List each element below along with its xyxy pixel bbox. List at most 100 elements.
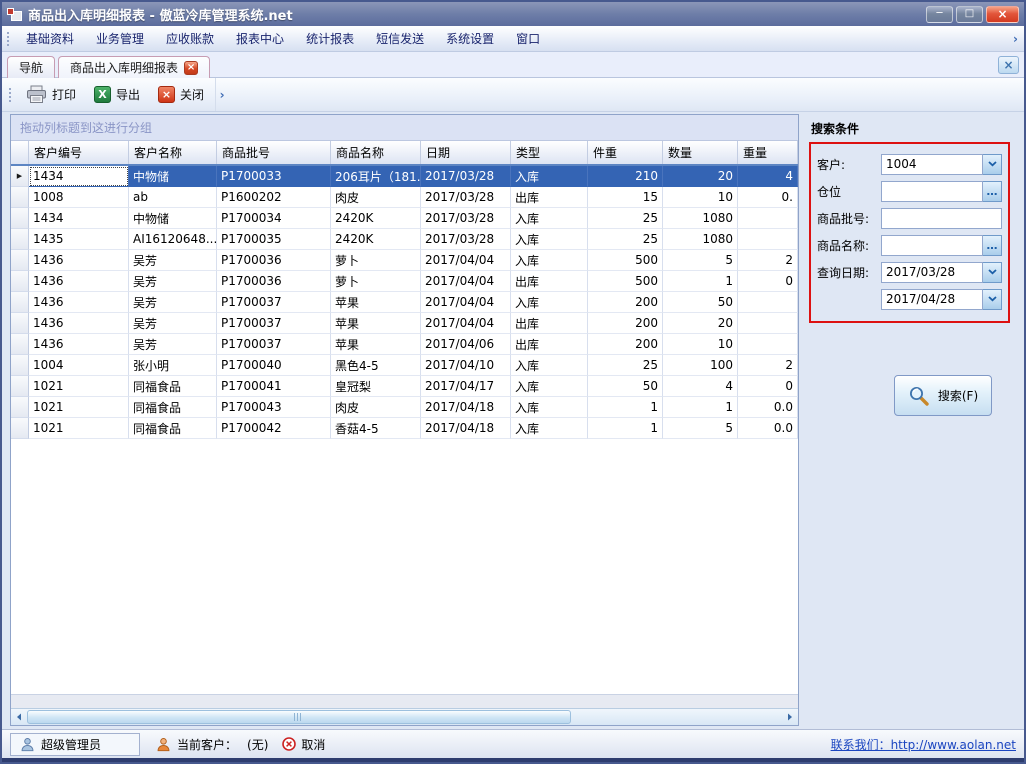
cell: P1700037 (217, 334, 331, 355)
menu-item-2[interactable]: 应收账款 (155, 26, 225, 51)
scroll-right-arrow-icon[interactable] (782, 709, 798, 725)
row-indicator (11, 376, 29, 397)
table-row[interactable]: 1004张小明P1700040黑色4-52017/04/10入库251002 (11, 355, 798, 376)
cell: 入库 (511, 418, 588, 439)
warehouse-slot-input[interactable] (881, 181, 983, 202)
table-row[interactable]: 1008abP1600202肉皮2017/03/28出库15100. (11, 187, 798, 208)
column-header-3[interactable]: 商品名称 (331, 141, 421, 164)
date-to-dropdown-icon[interactable] (983, 289, 1002, 310)
close-button[interactable]: × (986, 6, 1019, 23)
toolbar-overflow-icon[interactable]: › (215, 78, 228, 111)
table-row[interactable]: 1021同福食品P1700041皇冠梨2017/04/17入库5040 (11, 376, 798, 397)
column-header-1[interactable]: 客户名称 (129, 141, 217, 164)
menu-overflow-icon[interactable]: › (1007, 32, 1024, 46)
toolbar-grip-handle[interactable] (8, 87, 13, 103)
table-row[interactable]: ▶1434中物储P1700033206耳片（181...2017/03/28入库… (11, 166, 798, 187)
cancel-button[interactable]: 取消 (282, 736, 325, 753)
table-row[interactable]: 1436吴芳P1700037苹果2017/04/04出库20020 (11, 313, 798, 334)
menu-item-7[interactable]: 窗口 (505, 26, 551, 51)
product-name-input[interactable] (881, 235, 983, 256)
toolbar-buttons: 打印X导出×关闭 (17, 81, 213, 108)
maximize-button[interactable]: □ (956, 6, 983, 23)
date-from-field-row: 查询日期:2017/03/28 (817, 261, 1002, 283)
cell: 4 (663, 376, 738, 397)
customer-icon (156, 737, 171, 752)
cell: 50 (663, 292, 738, 313)
customer-field-row: 客户:1004 (817, 153, 1002, 175)
cell: 210 (588, 166, 663, 187)
contact-link[interactable]: 联系我们：http://www.aolan.net (831, 736, 1016, 753)
table-row[interactable]: 1021同福食品P1700042香菇4-52017/04/18入库150.0 (11, 418, 798, 439)
column-header-8[interactable]: 重量 (738, 141, 798, 164)
cell (738, 229, 798, 250)
menu-item-4[interactable]: 统计报表 (295, 26, 365, 51)
cell: 入库 (511, 166, 588, 187)
menu-item-0[interactable]: 基础资料 (15, 26, 85, 51)
cell: 2017/04/17 (421, 376, 511, 397)
cell: 1080 (663, 229, 738, 250)
tab-navigation[interactable]: 导航 (7, 56, 55, 78)
toolbar: 打印X导出×关闭 › (2, 78, 1024, 112)
cell: P1700037 (217, 292, 331, 313)
row-indicator (11, 334, 29, 355)
column-header-0[interactable]: 客户编号 (29, 141, 129, 164)
column-header-2[interactable]: 商品批号 (217, 141, 331, 164)
menu-item-3[interactable]: 报表中心 (225, 26, 295, 51)
cell: 同福食品 (129, 376, 217, 397)
table-row[interactable]: 1021同福食品P1700043肉皮2017/04/18入库110.0 (11, 397, 798, 418)
column-header-4[interactable]: 日期 (421, 141, 511, 164)
cell: P1700043 (217, 397, 331, 418)
scroll-track[interactable] (27, 709, 782, 725)
date-to-input[interactable]: 2017/04/28 (881, 289, 983, 310)
tab-report[interactable]: 商品出入库明细报表× (58, 56, 210, 78)
cell: 入库 (511, 292, 588, 313)
column-header-5[interactable]: 类型 (511, 141, 588, 164)
cell: 5 (663, 250, 738, 271)
close-red-icon: × (158, 86, 175, 103)
table-row[interactable]: 1434中物储P17000342420K2017/03/28入库251080 (11, 208, 798, 229)
tab-close-icon[interactable]: × (184, 61, 198, 75)
table-row[interactable]: 1436吴芳P1700036萝卜2017/04/04出库50010 (11, 271, 798, 292)
scroll-thumb[interactable] (27, 710, 571, 724)
toolbar-close-button[interactable]: ×关闭 (149, 82, 213, 107)
cell: 吴芳 (129, 313, 217, 334)
cell: 1021 (29, 397, 129, 418)
search-button[interactable]: 搜索(F) (894, 375, 992, 416)
menu-grip-handle[interactable] (6, 31, 11, 47)
row-indicator (11, 418, 29, 439)
cell: 2017/04/04 (421, 292, 511, 313)
table-row[interactable]: 1436吴芳P1700037苹果2017/04/06出库20010 (11, 334, 798, 355)
column-header-6[interactable]: 件重 (588, 141, 663, 164)
tab-strip: 导航商品出入库明细报表× × (2, 52, 1024, 78)
customer-input[interactable]: 1004 (881, 154, 983, 175)
table-row[interactable]: 1435AI16120648...P17000352420K2017/03/28… (11, 229, 798, 250)
tabstrip-close-icon[interactable]: × (998, 56, 1019, 74)
toolbar-print-button[interactable]: 打印 (17, 81, 85, 108)
table-row[interactable]: 1436吴芳P1700036萝卜2017/04/04入库50052 (11, 250, 798, 271)
product-batch-input[interactable] (881, 208, 1002, 229)
scroll-left-arrow-icon[interactable] (11, 709, 27, 725)
cell: 2017/04/18 (421, 418, 511, 439)
warehouse-slot-ellipsis-icon[interactable]: … (983, 181, 1002, 202)
product-name-ellipsis-icon[interactable]: … (983, 235, 1002, 256)
cell: 1021 (29, 418, 129, 439)
cell: 同福食品 (129, 418, 217, 439)
menu-item-1[interactable]: 业务管理 (85, 26, 155, 51)
table-row[interactable]: 1436吴芳P1700037苹果2017/04/04入库20050 (11, 292, 798, 313)
minimize-button[interactable]: ─ (926, 6, 953, 23)
tab-label: 导航 (19, 59, 43, 76)
date-from-label: 查询日期: (817, 264, 881, 281)
column-header-7[interactable]: 数量 (663, 141, 738, 164)
cell: 苹果 (331, 334, 421, 355)
menu-item-6[interactable]: 系统设置 (435, 26, 505, 51)
cell: 2017/04/10 (421, 355, 511, 376)
horizontal-scrollbar[interactable] (11, 708, 798, 725)
date-from-input[interactable]: 2017/03/28 (881, 262, 983, 283)
date-from-dropdown-icon[interactable] (983, 262, 1002, 283)
customer-dropdown-icon[interactable] (983, 154, 1002, 175)
cell: 206耳片（181... (331, 166, 421, 187)
toolbar-export-button[interactable]: X导出 (85, 82, 149, 107)
cell: 2017/03/28 (421, 166, 511, 187)
menu-item-5[interactable]: 短信发送 (365, 26, 435, 51)
cell (738, 292, 798, 313)
